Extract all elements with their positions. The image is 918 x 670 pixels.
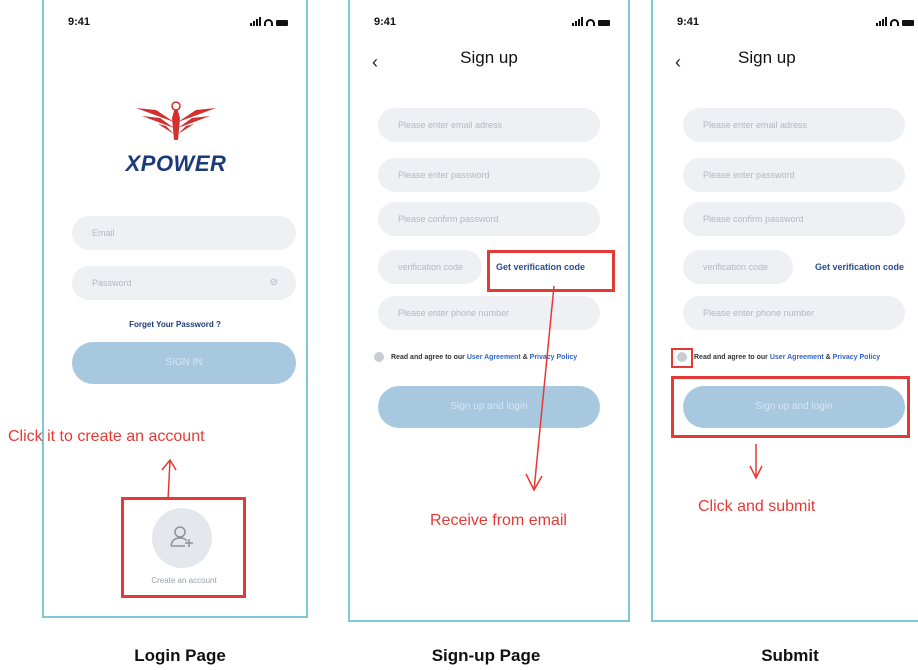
password-field[interactable]: Please enter password <box>683 158 905 192</box>
caption-submit: Submit <box>761 646 819 665</box>
phone-field[interactable]: Please enter phone number <box>683 296 905 330</box>
status-bar: 9:41 <box>68 16 288 32</box>
status-icons <box>876 17 914 26</box>
brand-name: XPOWER <box>125 151 227 176</box>
annotation-click-submit: Click and submit <box>698 498 816 515</box>
confirm-password-field[interactable]: Please confirm password <box>378 202 600 236</box>
status-time: 9:41 <box>677 16 700 28</box>
page-title: Sign up <box>460 48 518 67</box>
status-bar: 9:41 <box>374 16 610 32</box>
submit-screen: 9:41 ‹ Sign up Please enter email adress… <box>651 0 918 622</box>
agree-text: Read and agree to our <box>391 353 465 361</box>
annotation-create-account: Click it to create an account <box>8 428 205 445</box>
status-time: 9:41 <box>68 16 91 28</box>
highlight-submit-button <box>671 376 910 438</box>
wifi-icon <box>264 19 273 26</box>
sign-in-button[interactable]: SIGN IN <box>72 342 296 384</box>
email-field[interactable]: Please enter email adress <box>378 108 600 142</box>
page-title: Sign up <box>738 48 796 67</box>
agree-text: Read and agree to our <box>694 353 768 361</box>
user-agreement-link[interactable]: User Agreement <box>467 354 521 361</box>
brand-logo: XPOWER <box>116 100 236 176</box>
email-field[interactable]: Please enter email adress <box>683 108 905 142</box>
caption-signup: Sign-up Page <box>431 646 541 665</box>
arrow-down-icon <box>749 444 763 480</box>
battery-icon <box>902 20 914 26</box>
agreement-row: Read and agree to our User Agreement & P… <box>677 352 880 362</box>
verification-code-field[interactable]: verification code <box>683 250 793 284</box>
confirm-password-field[interactable]: Please confirm password <box>683 202 905 236</box>
ampersand: & <box>825 353 831 361</box>
user-agreement-link[interactable]: User Agreement <box>770 354 824 361</box>
phone-field[interactable]: Please enter phone number <box>378 296 600 330</box>
status-time: 9:41 <box>374 16 397 28</box>
signal-icon <box>876 17 887 26</box>
password-field[interactable]: Please enter password <box>378 158 600 192</box>
privacy-policy-link[interactable]: Privacy Policy <box>833 354 880 361</box>
password-placeholder: Password <box>92 278 132 288</box>
back-chevron-icon[interactable]: ‹ <box>675 52 681 73</box>
get-verification-code-button[interactable]: Get verification code <box>815 262 904 272</box>
verification-code-field[interactable]: verification code <box>378 250 482 284</box>
password-field[interactable]: Password ⊘ <box>72 266 296 300</box>
annotation-receive-email: Receive from email <box>430 512 567 529</box>
agree-checkbox[interactable] <box>374 352 384 362</box>
battery-icon <box>598 20 610 26</box>
signal-icon <box>572 17 583 26</box>
status-icons <box>250 17 288 26</box>
highlight-create-account <box>121 497 246 598</box>
wifi-icon <box>890 19 899 26</box>
arrow-up-icon <box>161 458 177 501</box>
highlight-agree-checkbox <box>671 348 693 368</box>
forgot-password-link[interactable]: Forget Your Password ? <box>44 320 306 329</box>
caption-login: Login Page <box>134 646 226 665</box>
wifi-icon <box>586 19 595 26</box>
eagle-logo-icon <box>136 101 216 140</box>
email-field[interactable]: Email <box>72 216 296 250</box>
sign-up-and-login-button[interactable]: Sign up and login <box>378 386 600 428</box>
status-bar: 9:41 <box>677 16 914 32</box>
eye-off-icon[interactable]: ⊘ <box>270 266 278 300</box>
battery-icon <box>276 20 288 26</box>
arrow-down-long-icon <box>525 285 555 492</box>
status-icons <box>572 17 610 26</box>
signal-icon <box>250 17 261 26</box>
